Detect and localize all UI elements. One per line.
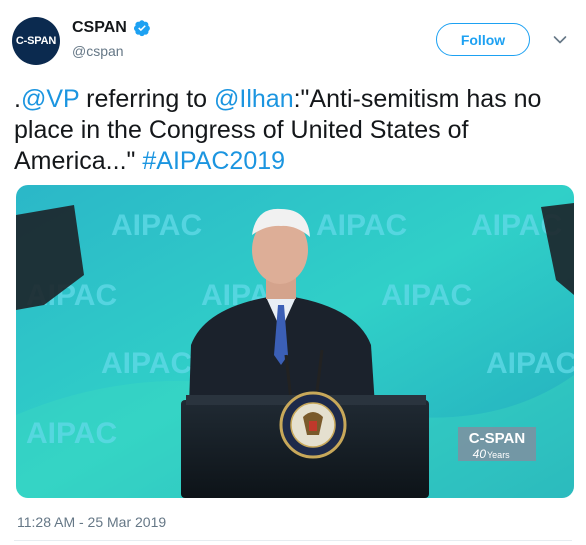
tweet-video[interactable]: AIPAC AIPAC AIPAC AIPAC AIPAC AIPAC AIPA… — [16, 185, 574, 498]
follow-button[interactable]: Follow — [436, 23, 530, 56]
svg-text:Years: Years — [487, 450, 510, 460]
backdrop-word: AIPAC — [381, 279, 472, 312]
mention-vp-link[interactable]: @VP — [21, 85, 79, 113]
account-handle[interactable]: @cspan — [72, 43, 124, 59]
tweet-text-segment: referring to — [79, 85, 215, 113]
tweet-text-segment: . — [14, 85, 21, 113]
tweet-text: .@VP referring to @Ilhan:"Anti-semitism … — [14, 84, 579, 177]
video-frame: AIPAC AIPAC AIPAC AIPAC AIPAC AIPAC AIPA… — [16, 185, 574, 498]
backdrop-word: AIPAC — [111, 209, 202, 242]
svg-text:40: 40 — [473, 447, 487, 461]
chevron-down-icon[interactable] — [553, 33, 567, 47]
vice-president-seal-icon — [279, 391, 347, 459]
verified-badge-icon — [133, 20, 150, 37]
hashtag-aipac-link[interactable]: #AIPAC2019 — [142, 147, 285, 175]
mention-ilhan-link[interactable]: @Ilhan — [214, 85, 294, 113]
backdrop-word: AIPAC — [316, 209, 407, 242]
svg-text:C-SPAN: C-SPAN — [469, 430, 525, 447]
divider — [14, 540, 572, 541]
account-name[interactable]: CSPAN — [72, 19, 127, 37]
account-name-row: CSPAN — [72, 19, 151, 37]
avatar-label: C-SPAN — [15, 35, 57, 47]
backdrop-word: AIPAC — [101, 347, 192, 380]
avatar[interactable]: C-SPAN — [12, 17, 60, 65]
backdrop-word: AIPAC — [486, 347, 574, 380]
cspan-watermark-logo: C-SPAN 40 Years — [458, 427, 536, 461]
backdrop-word: AIPAC — [26, 417, 117, 450]
tweet-timestamp[interactable]: 11:28 AM - 25 Mar 2019 — [17, 514, 166, 530]
